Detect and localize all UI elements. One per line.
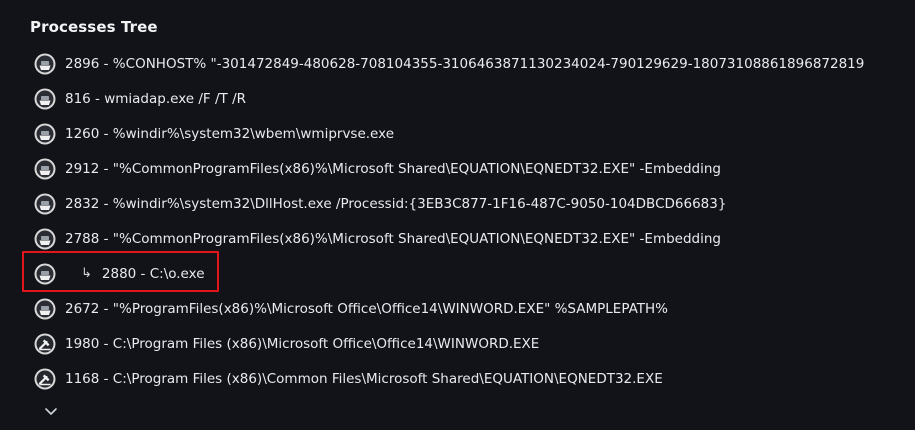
- process-row[interactable]: 1168 - C:\Program Files (x86)\Common Fil…: [0, 361, 915, 396]
- generic-process-icon: [34, 298, 56, 320]
- process-row[interactable]: 2912 - "%CommonProgramFiles(x86)%\Micros…: [0, 151, 915, 186]
- process-row[interactable]: 2672 - "%ProgramFiles(x86)%\Microsoft Of…: [0, 291, 915, 326]
- hammer-icon: [34, 333, 56, 355]
- generic-process-icon: [34, 88, 56, 110]
- generic-process-icon: [34, 123, 56, 145]
- process-command-line: 1260 - %windir%\system32\wbem\wmiprvse.e…: [65, 125, 395, 142]
- process-command-line: 2788 - "%CommonProgramFiles(x86)%\Micros…: [65, 230, 721, 247]
- process-command-line: 2832 - %windir%\system32\DllHost.exe /Pr…: [65, 195, 727, 212]
- process-command-line: 1168 - C:\Program Files (x86)\Common Fil…: [65, 370, 663, 387]
- process-command-line: 2896 - %CONHOST% "-301472849-480628-7081…: [65, 55, 865, 72]
- generic-process-icon: [34, 158, 56, 180]
- generic-process-icon: [34, 53, 56, 75]
- process-command-line: 2672 - "%ProgramFiles(x86)%\Microsoft Of…: [65, 300, 669, 317]
- process-command-line: 816 - wmiadap.exe /F /T /R: [65, 90, 246, 107]
- process-command-line: 2880 - C:\o.exe: [101, 265, 205, 282]
- process-tree-list: 2896 - %CONHOST% "-301472849-480628-7081…: [0, 46, 915, 396]
- generic-process-icon: [34, 228, 56, 250]
- panel-title: Processes Tree: [30, 18, 158, 36]
- chevron-down-icon[interactable]: [44, 407, 58, 417]
- process-row[interactable]: 2832 - %windir%\system32\DllHost.exe /Pr…: [0, 186, 915, 221]
- process-row[interactable]: 2788 - "%CommonProgramFiles(x86)%\Micros…: [0, 221, 915, 256]
- process-row[interactable]: 816 - wmiadap.exe /F /T /R: [0, 81, 915, 116]
- hammer-icon: [34, 368, 56, 390]
- process-row[interactable]: ↳ 2880 - C:\o.exe: [0, 256, 915, 291]
- generic-process-icon: [34, 193, 56, 215]
- process-command-line: 1980 - C:\Program Files (x86)\Microsoft …: [65, 335, 540, 352]
- process-row[interactable]: 1260 - %windir%\system32\wbem\wmiprvse.e…: [0, 116, 915, 151]
- generic-process-icon: [34, 263, 56, 285]
- processes-tree-panel: Processes Tree 2896 - %CONHOST% "-301472…: [0, 0, 915, 430]
- process-row[interactable]: 1980 - C:\Program Files (x86)\Microsoft …: [0, 326, 915, 361]
- child-arrow-icon: ↳: [81, 266, 92, 281]
- process-row[interactable]: 2896 - %CONHOST% "-301472849-480628-7081…: [0, 46, 915, 81]
- process-command-line: 2912 - "%CommonProgramFiles(x86)%\Micros…: [65, 160, 721, 177]
